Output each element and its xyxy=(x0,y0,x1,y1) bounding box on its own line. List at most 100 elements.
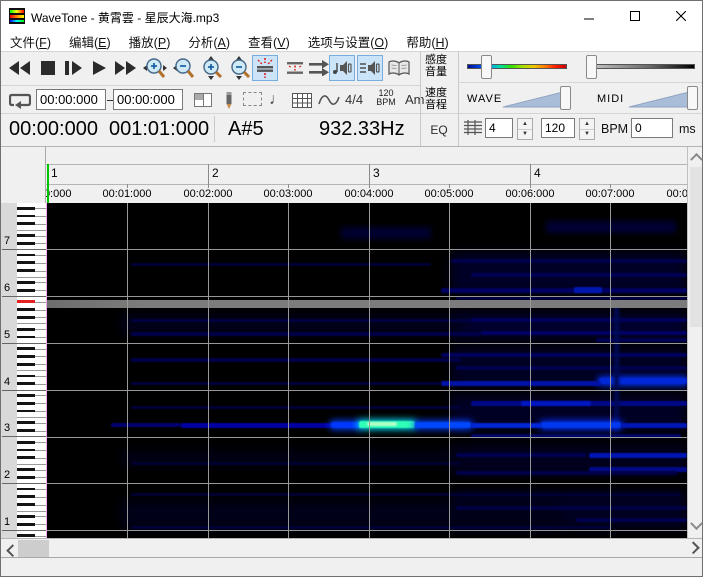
black-key[interactable] xyxy=(17,355,35,358)
spin-down-icon[interactable]: ▼ xyxy=(580,130,594,140)
black-key[interactable] xyxy=(17,328,35,331)
black-key[interactable] xyxy=(17,269,35,272)
scroll-down-button[interactable] xyxy=(689,519,703,534)
menu-item-2[interactable]: 播放(P) xyxy=(120,30,180,53)
menu-item-4[interactable]: 查看(V) xyxy=(239,30,299,53)
tempo-spinner[interactable]: ▲▼ xyxy=(579,118,595,140)
spectrogram-canvas[interactable] xyxy=(47,203,687,538)
black-key[interactable] xyxy=(17,449,35,452)
stop-button[interactable] xyxy=(37,57,59,79)
black-key[interactable] xyxy=(17,503,35,506)
pause-step-button[interactable] xyxy=(61,57,85,79)
piano-keyboard[interactable]: 7654321 xyxy=(1,203,46,538)
spin-up-icon[interactable]: ▲ xyxy=(518,119,532,130)
vertical-scrollbar[interactable] xyxy=(687,147,703,538)
midi-volume-wedge[interactable] xyxy=(629,89,693,108)
scroll-left-button[interactable] xyxy=(2,540,18,556)
key-label[interactable]: Am xyxy=(405,92,425,107)
volume-slider-track[interactable] xyxy=(593,64,695,69)
wave-volume-wedge[interactable] xyxy=(503,89,567,108)
black-key[interactable] xyxy=(17,215,35,218)
grid-division-spinner[interactable]: ▲▼ xyxy=(517,118,533,140)
black-key[interactable] xyxy=(17,394,35,397)
black-key[interactable] xyxy=(17,456,35,459)
scroll-right-button[interactable] xyxy=(688,540,703,556)
black-key[interactable] xyxy=(17,254,35,257)
black-key[interactable] xyxy=(17,242,35,245)
black-key[interactable] xyxy=(17,495,35,498)
black-key[interactable] xyxy=(17,316,35,319)
menu-item-3[interactable]: 分析(A) xyxy=(179,30,239,53)
score-book-button[interactable] xyxy=(386,55,412,81)
highlighted-key-A#5[interactable] xyxy=(17,300,35,303)
loop-end-field[interactable] xyxy=(113,89,183,110)
grid-division-input[interactable] xyxy=(485,118,513,138)
spin-down-icon[interactable]: ▼ xyxy=(518,130,532,140)
compress-on-button[interactable] xyxy=(252,55,278,81)
scroll-up-button[interactable] xyxy=(689,149,703,164)
selection-rect-button[interactable] xyxy=(243,92,262,106)
vertical-scrollbar-thumb[interactable] xyxy=(690,167,703,327)
wave-volume-thumb[interactable] xyxy=(560,86,571,110)
black-key[interactable] xyxy=(17,410,35,413)
sensitivity-slider-thumb[interactable] xyxy=(481,55,492,79)
zoom-out-vertical-button[interactable] xyxy=(226,55,252,81)
pencil-button[interactable] xyxy=(220,89,238,111)
horizontal-scrollbar-thumb[interactable] xyxy=(18,540,49,557)
follow-arrows-button[interactable] xyxy=(307,55,331,81)
black-key[interactable] xyxy=(17,363,35,366)
black-key[interactable] xyxy=(17,523,35,526)
midi-volume-thumb[interactable] xyxy=(687,86,698,110)
zoom-in-vertical-button[interactable] xyxy=(198,55,224,81)
minimize-button[interactable] xyxy=(566,1,612,31)
black-key[interactable] xyxy=(17,534,35,537)
black-key[interactable] xyxy=(17,308,35,311)
loop-button[interactable] xyxy=(7,89,33,111)
play-button[interactable] xyxy=(88,57,110,79)
black-key[interactable] xyxy=(17,207,35,210)
waveform-button[interactable] xyxy=(317,89,341,111)
zoom-out-horizontal-button[interactable] xyxy=(170,55,196,81)
horizontal-scrollbar[interactable] xyxy=(1,538,703,557)
black-key[interactable] xyxy=(17,402,35,405)
loop-start-field[interactable] xyxy=(36,89,106,110)
maximize-button[interactable] xyxy=(612,1,658,31)
black-key[interactable] xyxy=(17,488,35,491)
black-key[interactable] xyxy=(17,281,35,284)
fast-forward-button[interactable] xyxy=(113,57,139,79)
black-key[interactable] xyxy=(17,382,35,385)
time-signature-label[interactable]: 4/4 xyxy=(345,92,363,107)
note-table-button[interactable] xyxy=(290,89,314,111)
black-key[interactable] xyxy=(17,476,35,479)
speaker-midi-button[interactable] xyxy=(357,55,383,81)
volume-slider-thumb[interactable] xyxy=(586,55,597,79)
menu-item-0[interactable]: 文件(F) xyxy=(1,30,60,53)
black-key[interactable] xyxy=(17,347,35,350)
spin-up-icon[interactable]: ▲ xyxy=(580,119,594,130)
black-key[interactable] xyxy=(17,441,35,444)
black-key[interactable] xyxy=(17,375,35,378)
black-key[interactable] xyxy=(17,336,35,339)
measure-row[interactable]: 1234 xyxy=(46,164,687,184)
black-key[interactable] xyxy=(17,515,35,518)
black-key[interactable] xyxy=(17,261,35,264)
tempo-input[interactable] xyxy=(541,118,575,138)
black-key[interactable] xyxy=(17,429,35,432)
timeline-ruler[interactable]: 1234 00:00:00000:01:00000:02:00000:03:00… xyxy=(1,147,687,203)
black-key[interactable] xyxy=(17,234,35,237)
menu-item-1[interactable]: 编辑(E) xyxy=(60,30,120,53)
black-key[interactable] xyxy=(17,222,35,225)
black-key[interactable] xyxy=(17,289,35,292)
tempo-display[interactable]: 120 BPM xyxy=(372,89,400,107)
time-row[interactable]: 00:00:00000:01:00000:02:00000:03:00000:0… xyxy=(46,184,687,203)
split-view-button[interactable] xyxy=(191,89,215,111)
black-key[interactable] xyxy=(17,421,35,424)
zoom-in-horizontal-button[interactable] xyxy=(142,55,168,81)
quarter-note-button[interactable]: ♩ xyxy=(269,89,285,111)
speaker-note-button[interactable] xyxy=(329,55,355,81)
close-button[interactable] xyxy=(658,1,703,31)
eq-button[interactable]: EQ xyxy=(421,114,457,145)
rewind-button[interactable] xyxy=(7,57,33,79)
menu-item-6[interactable]: 帮助(H) xyxy=(397,30,457,53)
compress-off-button[interactable] xyxy=(282,55,308,81)
